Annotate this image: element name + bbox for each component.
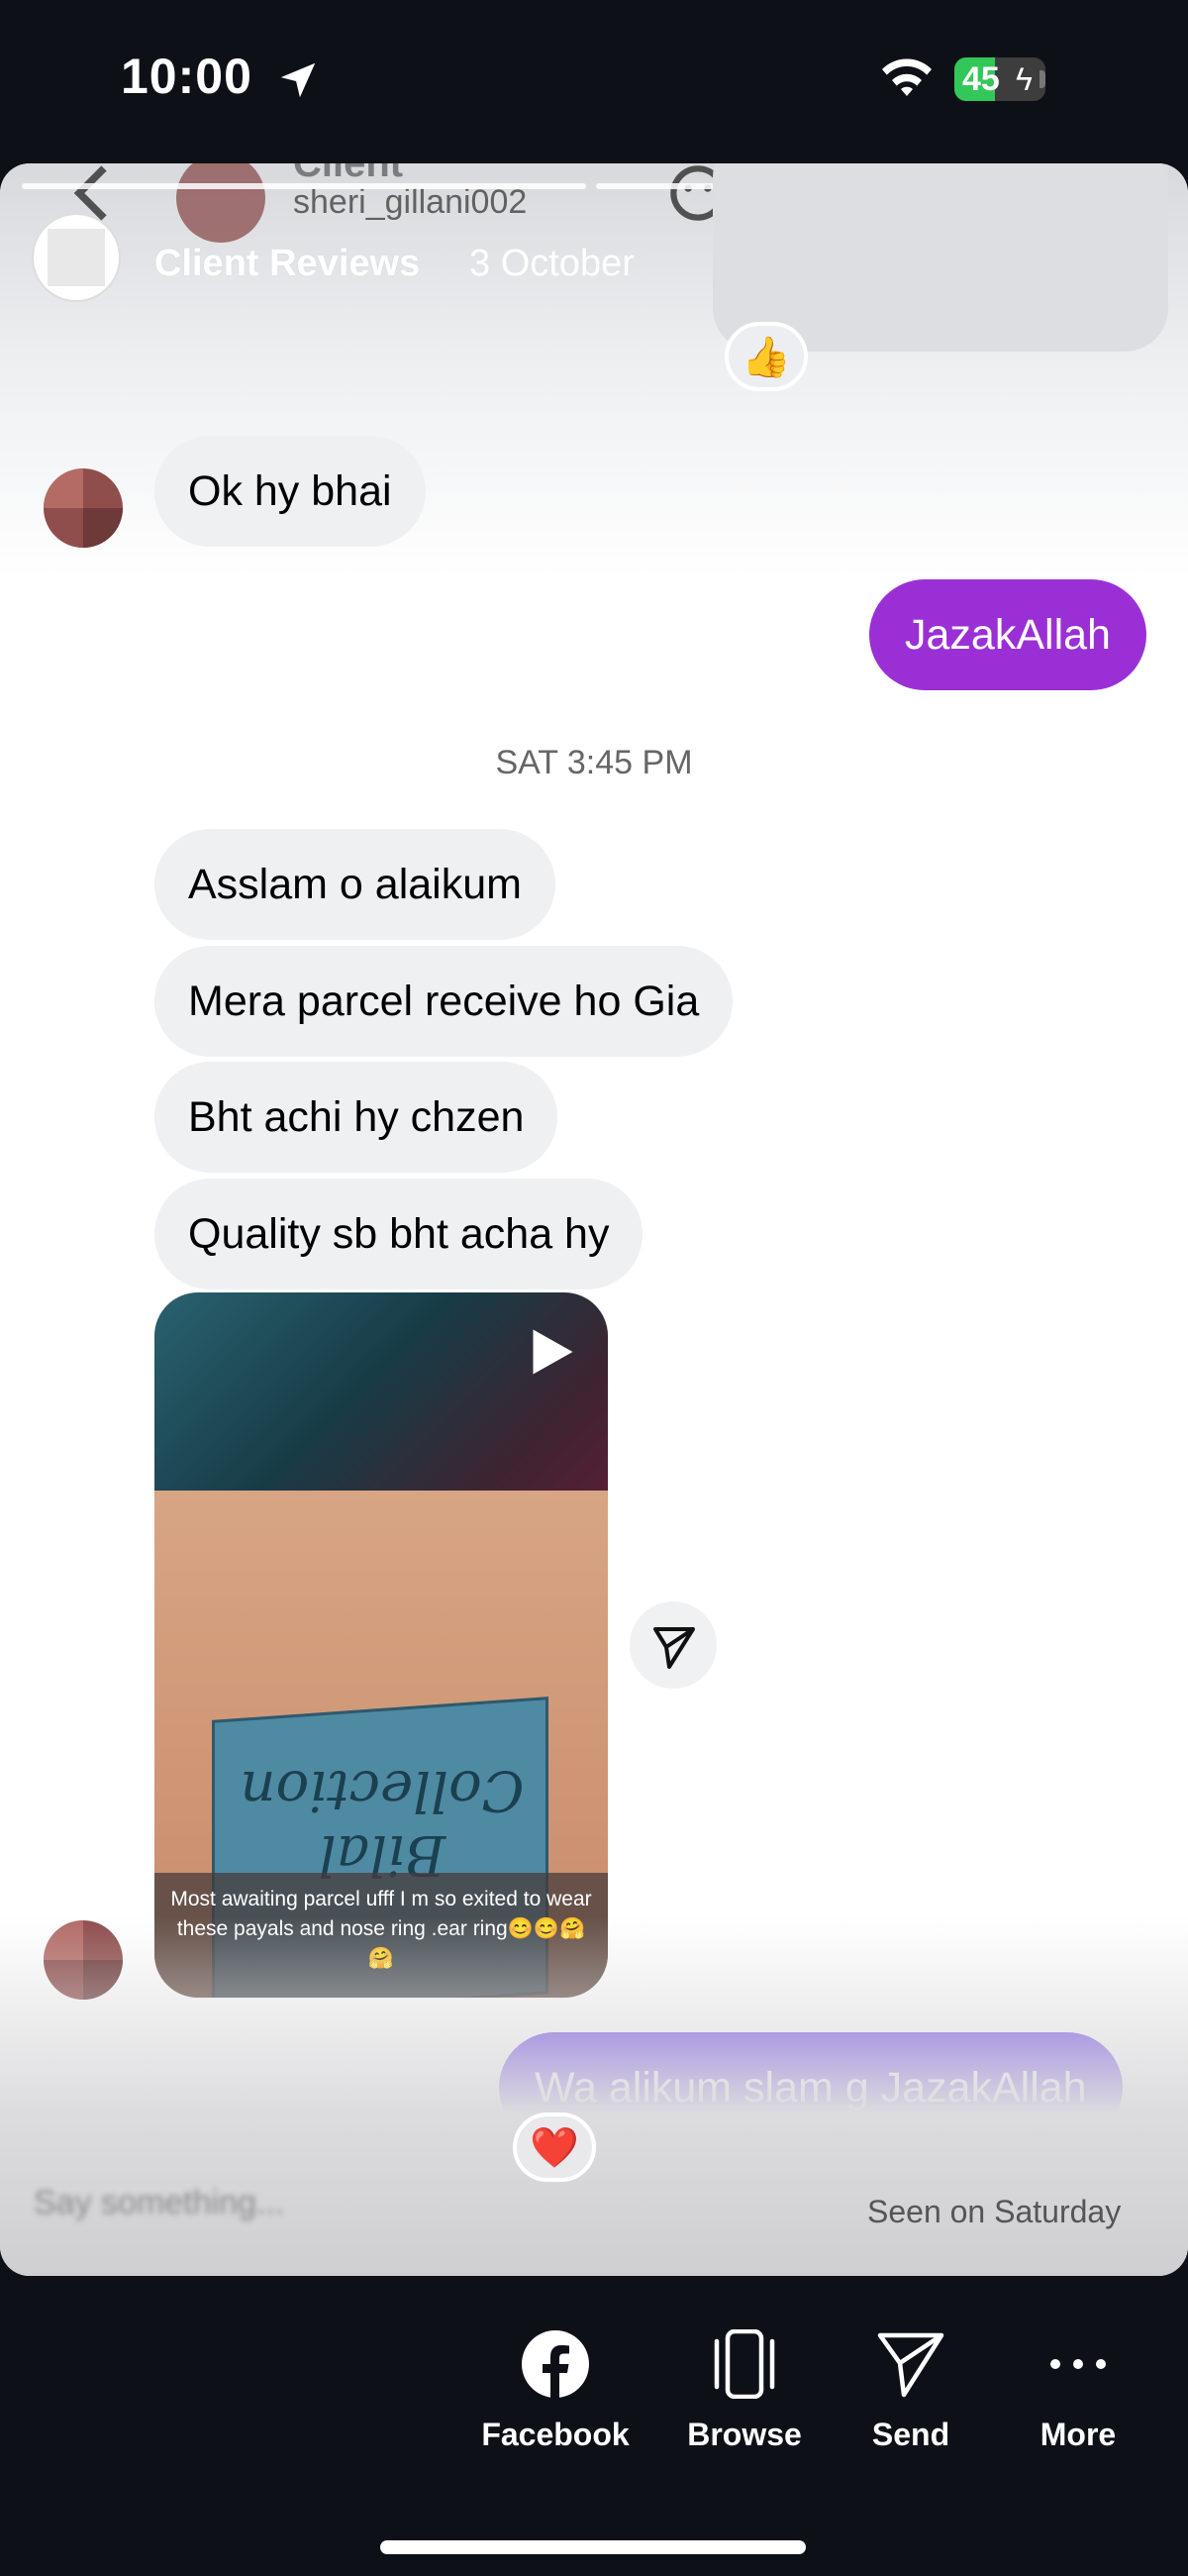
battery-indicator: 45 ϟ <box>954 57 1045 101</box>
story-progress-segment <box>22 183 586 189</box>
sender-avatar <box>44 468 123 548</box>
share-facebook-button[interactable]: Facebook <box>471 2329 640 2453</box>
battery-percent: 45 <box>962 60 1000 98</box>
send-button[interactable]: Send <box>827 2329 995 2453</box>
more-button[interactable]: More <box>994 2329 1162 2453</box>
send-icon <box>653 1627 695 1669</box>
sender-avatar <box>44 1920 123 2000</box>
wifi-icon <box>882 58 932 96</box>
home-indicator[interactable] <box>380 2540 806 2554</box>
incoming-message: Bht achi hy chzen <box>154 1062 558 1173</box>
browse-label: Browse <box>687 2417 802 2452</box>
outgoing-message: JazakAllah <box>869 579 1146 690</box>
status-time: 10:00 <box>121 49 252 104</box>
heart-reaction: ❤️ <box>513 2112 596 2182</box>
story-author-avatar[interactable] <box>32 213 121 302</box>
charging-bolt-icon: ϟ <box>1016 61 1033 97</box>
story-title[interactable]: Client Reviews <box>154 243 420 285</box>
location-arrow-icon <box>280 62 316 98</box>
facebook-icon <box>522 2330 589 2399</box>
parcel-box-text: Bilal Collection <box>240 1758 525 1887</box>
video-caption: Most awaiting parcel ufff I m so exited … <box>170 1888 592 1970</box>
incoming-message: Mera parcel receive ho Gia <box>154 946 734 1057</box>
incoming-message: Asslam o alaikum <box>154 829 555 940</box>
video-message[interactable]: Bilal Collection Most awaiting parcel uf… <box>154 1292 608 1998</box>
facebook-label: Facebook <box>481 2417 630 2452</box>
more-label: More <box>1040 2417 1117 2452</box>
more-icon <box>1050 2359 1106 2369</box>
incoming-message: Quality sb bht acha hy <box>154 1179 644 1289</box>
story-card[interactable]: Client sheri_gillani002 Client Reviews 3… <box>0 163 1188 2276</box>
outgoing-message: Wa alikum slam g JazakAllah <box>499 2032 1123 2143</box>
seen-status: Seen on Saturday <box>867 2194 1122 2229</box>
send-icon <box>877 2332 944 2398</box>
incoming-message: Ok hy bhai <box>154 436 426 547</box>
screen: 10:00 45 ϟ Client sheri_gillani002 Clien… <box>0 0 1188 2576</box>
browse-button[interactable]: Browse <box>660 2329 829 2453</box>
reply-input-placeholder[interactable]: Say something... <box>34 2184 284 2222</box>
chat-timestamp: SAT 3:45 PM <box>495 744 693 781</box>
play-icon[interactable] <box>521 1322 580 1382</box>
thumbs-up-reaction: 👍 <box>725 322 808 391</box>
browse-icon <box>714 2329 775 2399</box>
send-label: Send <box>871 2417 950 2452</box>
battery-cap <box>1040 70 1045 88</box>
share-video-button[interactable] <box>630 1601 717 1689</box>
story-date: 3 October <box>469 243 635 284</box>
